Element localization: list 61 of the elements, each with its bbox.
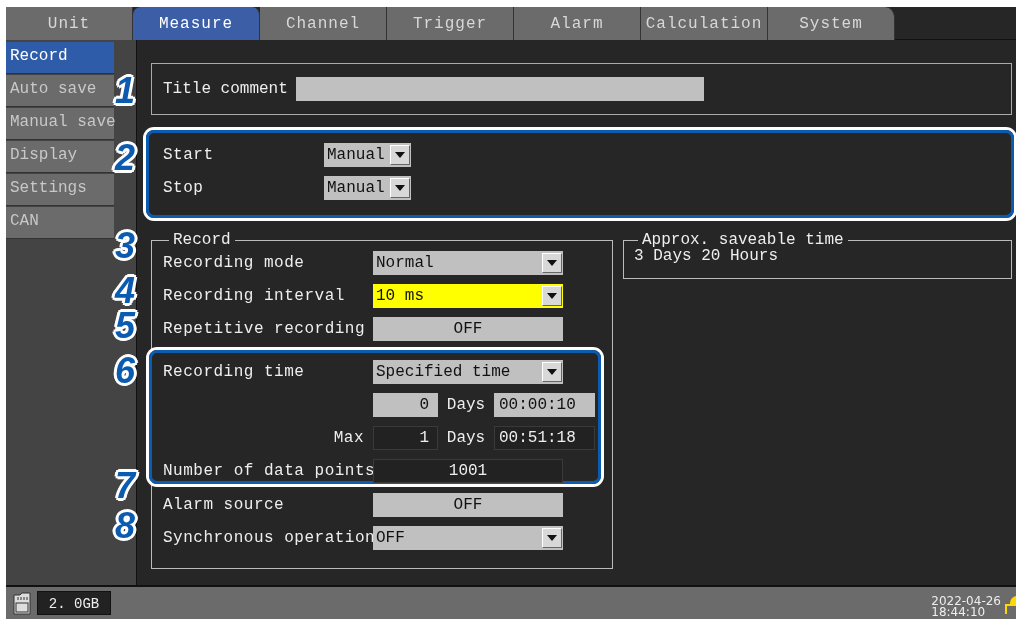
title-comment-field[interactable] bbox=[295, 77, 704, 101]
saveable-time-value: 3 Days 20 Hours bbox=[634, 247, 780, 265]
toggle-button[interactable]: OFF bbox=[373, 493, 563, 517]
time-field[interactable]: 00:00:10 bbox=[494, 393, 595, 417]
days-readout: 1 bbox=[373, 426, 438, 450]
field-label: Number of data points bbox=[163, 462, 373, 480]
caret-icon bbox=[547, 535, 557, 541]
tab[interactable]: Trigger bbox=[387, 7, 514, 40]
sidebar-item[interactable]: Display bbox=[6, 141, 114, 173]
caret-icon bbox=[395, 185, 405, 191]
toggle-button[interactable]: OFF bbox=[373, 317, 563, 341]
dropdown[interactable]: Manual bbox=[324, 176, 411, 200]
time-text: 18:44:10 bbox=[931, 607, 987, 618]
field-label: Stop bbox=[163, 179, 205, 197]
callout-number: 7 bbox=[115, 467, 136, 505]
caret-icon bbox=[547, 293, 557, 299]
callout-number: 2 bbox=[115, 139, 136, 177]
unit-label: Days bbox=[445, 396, 487, 414]
field-label: Alarm source bbox=[163, 496, 286, 514]
sidebar-item[interactable]: CAN bbox=[6, 207, 114, 239]
dropdown[interactable]: 10 ms bbox=[373, 284, 563, 308]
sidebar-item[interactable]: Auto save bbox=[6, 75, 114, 107]
date-text: 2022-04-26 bbox=[931, 596, 1001, 607]
callout-number: 8 bbox=[115, 507, 136, 545]
sd-card-icon bbox=[12, 591, 32, 615]
tab[interactable]: Calculation bbox=[641, 7, 768, 40]
tab[interactable]: Channel bbox=[260, 7, 387, 40]
dropdown[interactable]: OFF bbox=[373, 526, 563, 550]
dropdown[interactable]: Normal bbox=[373, 251, 563, 275]
field-label: Title comment bbox=[163, 80, 288, 98]
panel-title: Record bbox=[172, 233, 232, 247]
sidebar-item[interactable]: Settings bbox=[6, 174, 114, 206]
tab[interactable]: System bbox=[768, 7, 895, 40]
caret-icon bbox=[395, 152, 405, 158]
storage-readout: 2. 0GB bbox=[37, 591, 111, 615]
callout-number: 3 bbox=[115, 227, 136, 265]
tab[interactable]: Alarm bbox=[514, 7, 641, 40]
caret-icon bbox=[547, 369, 557, 375]
readout-value: 1001 bbox=[373, 459, 563, 483]
field-label: Recording interval bbox=[163, 287, 346, 305]
callout-number: 4 bbox=[115, 272, 136, 310]
caret-icon bbox=[547, 260, 557, 266]
dropdown[interactable]: Manual bbox=[324, 143, 411, 167]
field-label: Recording time bbox=[163, 363, 306, 381]
sidebar-item[interactable]: Manual save bbox=[6, 108, 114, 140]
dropdown[interactable]: Specified time bbox=[373, 360, 563, 384]
field-label: Max bbox=[332, 429, 364, 447]
callout-number: 1 bbox=[115, 72, 136, 110]
panel-title: Approx. saveable time bbox=[641, 233, 845, 247]
unit-label: Days bbox=[445, 429, 487, 447]
field-label: Repetitive recording bbox=[163, 320, 367, 338]
callout-number: 6 bbox=[115, 352, 136, 390]
tab[interactable]: Unit bbox=[6, 7, 133, 40]
sidebar-item[interactable]: Record bbox=[6, 42, 114, 74]
field-label: Synchronous operation bbox=[163, 529, 373, 547]
callout-number: 5 bbox=[115, 307, 136, 345]
field-label: Start bbox=[163, 146, 215, 164]
time-readout: 00:51:18 bbox=[494, 426, 595, 450]
tab[interactable]: Measure bbox=[133, 7, 260, 40]
field-label: Recording mode bbox=[163, 254, 306, 272]
days-field[interactable]: 0 bbox=[373, 393, 438, 417]
